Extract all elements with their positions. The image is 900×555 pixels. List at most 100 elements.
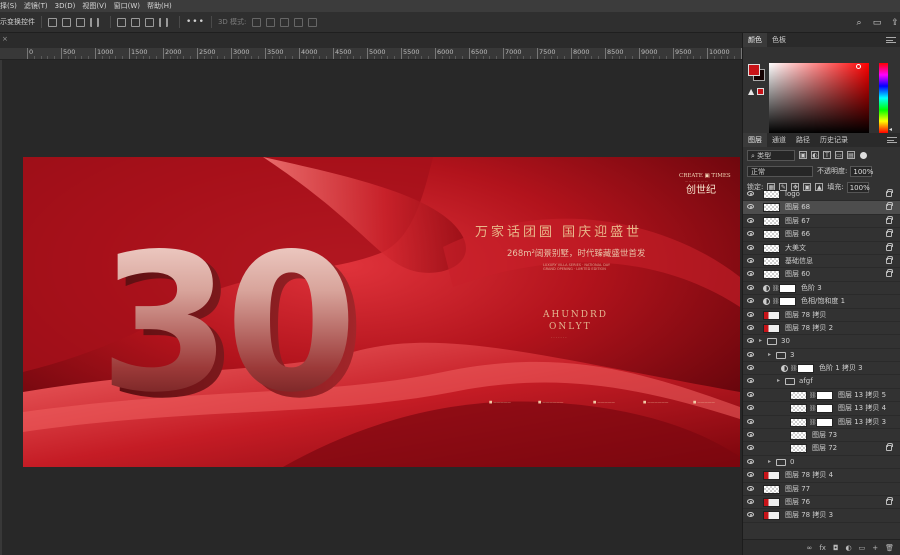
layer-row[interactable]: 图层 78 拷贝 3 xyxy=(743,509,900,523)
layer-thumbnail[interactable] xyxy=(763,484,780,494)
new-layer-icon[interactable]: + xyxy=(872,544,878,552)
visibility-eye-icon[interactable] xyxy=(747,271,754,277)
layer-row[interactable]: ▸ 0 xyxy=(743,456,900,470)
expand-chevron-icon[interactable]: ▸ xyxy=(768,458,771,465)
layer-mask-thumbnail[interactable] xyxy=(816,404,833,414)
layer-thumbnail[interactable] xyxy=(763,497,780,507)
visibility-eye-icon[interactable] xyxy=(747,231,754,237)
visibility-eye-icon[interactable] xyxy=(747,405,754,411)
tab-layers[interactable]: 图层 xyxy=(743,133,767,147)
layer-row[interactable]: 图层 66 xyxy=(743,228,900,242)
tab-channels[interactable]: 通道 xyxy=(767,133,791,147)
visibility-eye-icon[interactable] xyxy=(747,204,754,210)
layer-row[interactable]: 图层 78 拷贝 4 xyxy=(743,469,900,483)
layer-mask-thumbnail[interactable] xyxy=(797,364,814,374)
search-icon[interactable]: ⌕ xyxy=(854,18,864,28)
tab-swatches[interactable]: 色板 xyxy=(767,33,791,47)
color-picker-cursor[interactable] xyxy=(856,64,861,69)
foreground-color-swatch[interactable] xyxy=(748,64,760,76)
align-vcenter-icon[interactable] xyxy=(131,17,140,27)
layer-thumbnail[interactable] xyxy=(763,471,780,481)
show-transform-controls-label[interactable]: 示变换控件 xyxy=(0,17,35,27)
layer-thumbnail[interactable] xyxy=(790,417,807,427)
menu-help[interactable]: 帮助(H) xyxy=(147,1,172,11)
layer-mask-thumbnail[interactable] xyxy=(779,297,796,307)
layer-thumbnail[interactable] xyxy=(763,323,780,333)
visibility-eye-icon[interactable] xyxy=(747,418,754,424)
distribute-icon[interactable] xyxy=(90,17,99,27)
layer-row[interactable]: ⛓ 色阶 3 xyxy=(743,282,900,296)
tab-paths[interactable]: 路径 xyxy=(791,133,815,147)
visibility-eye-icon[interactable] xyxy=(747,378,754,384)
align-right-icon[interactable] xyxy=(76,17,85,27)
layer-thumbnail[interactable] xyxy=(763,243,780,253)
visibility-eye-icon[interactable] xyxy=(747,458,754,464)
layer-row[interactable]: 图层 67 xyxy=(743,215,900,229)
layer-row[interactable]: ⛓ 图层 13 拷贝 4 xyxy=(743,402,900,416)
layer-row[interactable]: ▸ 3 xyxy=(743,349,900,363)
gamut-color-swatch[interactable] xyxy=(757,88,764,95)
visibility-eye-icon[interactable] xyxy=(747,365,754,371)
visibility-eye-icon[interactable] xyxy=(747,324,754,330)
filter-toggle[interactable] xyxy=(860,151,867,159)
layer-row[interactable]: ▸ afgf xyxy=(743,375,900,389)
layer-thumbnail[interactable] xyxy=(763,203,780,213)
visibility-eye-icon[interactable] xyxy=(747,472,754,478)
menu-view[interactable]: 视图(V) xyxy=(82,1,106,11)
align-left-icon[interactable] xyxy=(48,17,57,27)
menu-filter[interactable]: 滤镜(T) xyxy=(24,1,48,11)
layer-row[interactable]: 图层 77 xyxy=(743,483,900,496)
layer-mask-thumbnail[interactable] xyxy=(816,417,833,427)
layer-row[interactable]: 基础信息 xyxy=(743,255,900,269)
layer-row[interactable]: 图层 78 拷贝 xyxy=(743,309,900,322)
layer-style-icon[interactable]: fx xyxy=(819,544,826,552)
align-hcenter-icon[interactable] xyxy=(62,17,71,27)
close-icon[interactable]: × xyxy=(2,35,8,43)
expand-chevron-icon[interactable]: ▸ xyxy=(759,337,762,344)
layer-row[interactable]: 图层 68 xyxy=(743,201,900,215)
visibility-eye-icon[interactable] xyxy=(747,298,754,304)
hue-slider-handle[interactable]: ◂ xyxy=(889,126,892,133)
workspace-icon[interactable]: ▭ xyxy=(872,18,882,28)
layer-filter-select[interactable]: ⌕ 类型 xyxy=(747,149,795,161)
menu-3d[interactable]: 3D(D) xyxy=(55,2,76,10)
menu-select[interactable]: 择(S) xyxy=(0,1,17,11)
visibility-eye-icon[interactable] xyxy=(747,485,754,491)
visibility-eye-icon[interactable] xyxy=(747,351,754,357)
expand-chevron-icon[interactable]: ▸ xyxy=(777,377,780,384)
layer-thumbnail[interactable] xyxy=(790,444,807,454)
layer-mask-thumbnail[interactable] xyxy=(816,390,833,400)
layer-row[interactable]: ⛓ 图层 13 拷贝 5 xyxy=(743,389,900,403)
filter-pixel-icon[interactable]: ▣ xyxy=(799,151,807,159)
layer-thumbnail[interactable] xyxy=(763,216,780,226)
layer-row[interactable]: 图层 60 xyxy=(743,268,900,282)
layer-row[interactable]: 图层 72 xyxy=(743,442,900,456)
expand-chevron-icon[interactable]: ▸ xyxy=(768,351,771,358)
layer-thumbnail[interactable] xyxy=(790,390,807,400)
visibility-eye-icon[interactable] xyxy=(747,432,754,438)
layer-row[interactable]: ▸ 30 xyxy=(743,335,900,349)
align-top-icon[interactable] xyxy=(117,17,126,27)
more-options-icon[interactable]: ••• xyxy=(186,17,205,27)
visibility-eye-icon[interactable] xyxy=(747,338,754,344)
visibility-eye-icon[interactable] xyxy=(747,311,754,317)
layer-thumbnail[interactable] xyxy=(763,511,780,521)
hue-slider[interactable]: ◂ xyxy=(879,63,892,133)
3d-pan-icon[interactable] xyxy=(280,17,290,27)
layer-thumbnail[interactable] xyxy=(763,310,780,320)
layer-row[interactable]: ⛓ 图层 13 拷贝 3 xyxy=(743,416,900,430)
document-canvas[interactable]: 30 30 万家话团圆 国庆迎盛世 268m²阔景别墅，时代臻藏盛世首发 LUX… xyxy=(23,157,740,467)
new-adjustment-icon[interactable]: ◐ xyxy=(846,544,852,552)
visibility-eye-icon[interactable] xyxy=(747,391,754,397)
layer-thumbnail[interactable] xyxy=(763,270,780,280)
filter-smart-object-icon[interactable]: ▤ xyxy=(847,151,855,159)
3d-slide-icon[interactable] xyxy=(294,17,304,27)
layer-mask-thumbnail[interactable] xyxy=(779,283,796,293)
visibility-eye-icon[interactable] xyxy=(747,445,754,451)
layer-thumbnail[interactable] xyxy=(790,404,807,414)
share-icon[interactable]: ⇪ xyxy=(890,18,900,28)
add-mask-icon[interactable]: ◘ xyxy=(833,544,839,552)
new-group-icon[interactable]: ▭ xyxy=(859,544,866,552)
layer-thumbnail[interactable] xyxy=(763,190,780,199)
distribute-vertical-icon[interactable] xyxy=(159,17,168,27)
